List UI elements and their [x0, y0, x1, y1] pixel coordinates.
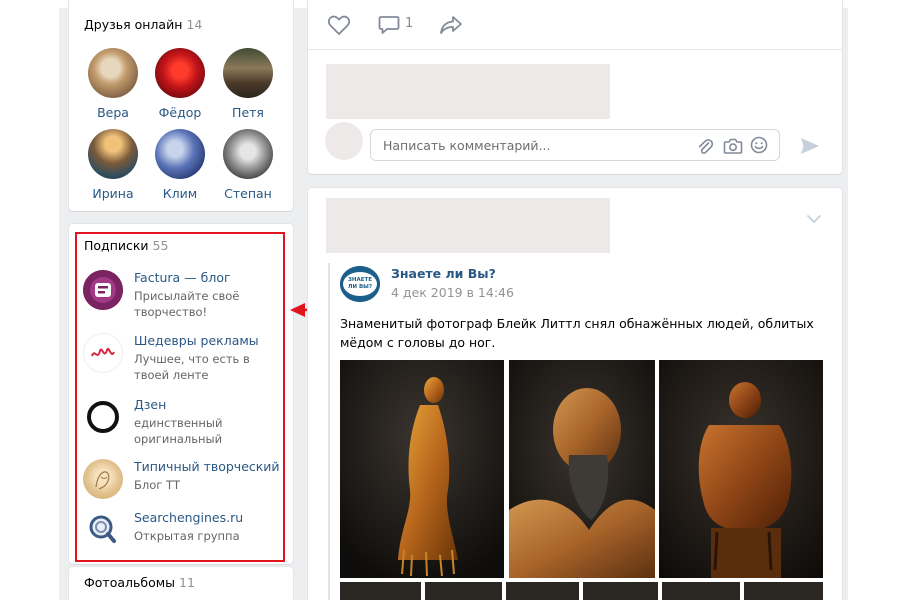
- screenshot: Друзья онлайн 14 Вера Фёдор Петя Ирина Кл…: [0, 0, 900, 600]
- post-photo[interactable]: [340, 360, 504, 578]
- friend-item[interactable]: Ирина: [81, 129, 145, 201]
- friend-avatar[interactable]: [155, 129, 205, 179]
- divider: [308, 49, 842, 50]
- comment-input[interactable]: Написать комментарий...: [370, 129, 780, 161]
- friend-avatar[interactable]: [88, 129, 138, 179]
- friend-item[interactable]: Клим: [148, 129, 212, 201]
- friend-item[interactable]: Петя: [216, 48, 280, 120]
- post-photo-thumbnail[interactable]: [744, 582, 823, 600]
- post-photo-thumbnail[interactable]: [583, 582, 658, 600]
- post-photo-thumbnail[interactable]: [425, 582, 502, 600]
- friends-online-title[interactable]: Друзья онлайн 14: [84, 17, 202, 32]
- friend-avatar[interactable]: [155, 48, 205, 98]
- heart-icon: [327, 15, 351, 35]
- send-icon[interactable]: [799, 136, 821, 156]
- friends-online-label: Друзья онлайн: [84, 17, 183, 32]
- paperclip-icon[interactable]: [697, 137, 713, 155]
- friend-avatar[interactable]: [223, 48, 273, 98]
- redacted-author-header: [326, 198, 610, 253]
- comment-icon: [378, 16, 400, 34]
- share-icon: [440, 16, 462, 34]
- like-button[interactable]: [327, 14, 351, 40]
- friend-name[interactable]: Клим: [148, 186, 212, 201]
- post-photo[interactable]: [509, 360, 655, 578]
- share-button[interactable]: [439, 14, 463, 40]
- friend-item[interactable]: Фёдор: [148, 48, 212, 120]
- friend-avatar[interactable]: [223, 129, 273, 179]
- friend-name[interactable]: Ирина: [81, 186, 145, 201]
- comments-count: 1: [405, 16, 414, 31]
- friend-name[interactable]: Фёдор: [148, 105, 212, 120]
- post-photo-thumbnail[interactable]: [506, 582, 579, 600]
- friends-online-count: 14: [186, 17, 203, 32]
- post-text: Знаменитый фотограф Блейк Литтл снял обн…: [340, 316, 814, 350]
- post-photo-thumbnail[interactable]: [662, 582, 740, 600]
- current-user-avatar[interactable]: [325, 122, 363, 160]
- photo-albums-count: 11: [179, 575, 195, 590]
- post-photo[interactable]: [659, 360, 823, 578]
- post-date[interactable]: 4 дек 2019 в 14:46: [391, 285, 514, 300]
- photo-albums-label: Фотоальбомы: [84, 575, 176, 590]
- emoji-icon[interactable]: [750, 136, 768, 154]
- source-name[interactable]: Знаете ли Вы?: [391, 266, 496, 281]
- comment-button[interactable]: 1: [378, 15, 413, 39]
- chevron-down-icon[interactable]: [806, 214, 822, 224]
- source-avatar[interactable]: ЗНАЕТЕ ЛИ ВЫ?: [340, 266, 380, 302]
- friend-item[interactable]: Вера: [81, 48, 145, 120]
- post-photo-thumbnail[interactable]: [340, 582, 421, 600]
- comment-placeholder: Написать комментарий...: [383, 138, 551, 153]
- friend-name[interactable]: Степан: [216, 186, 280, 201]
- photo-albums-title[interactable]: Фотоальбомы 11: [84, 575, 195, 590]
- repost-indicator: [328, 263, 330, 600]
- friend-name[interactable]: Петя: [216, 105, 280, 120]
- camera-icon[interactable]: [723, 137, 743, 155]
- friend-name[interactable]: Вера: [81, 105, 145, 120]
- source-logo-text: ЗНАЕТЕ ЛИ ВЫ?: [347, 277, 373, 290]
- subscriptions-highlight-frame: [75, 232, 285, 562]
- friend-item[interactable]: Степан: [216, 129, 280, 201]
- friend-avatar[interactable]: [88, 48, 138, 98]
- redacted-comment: [326, 64, 610, 119]
